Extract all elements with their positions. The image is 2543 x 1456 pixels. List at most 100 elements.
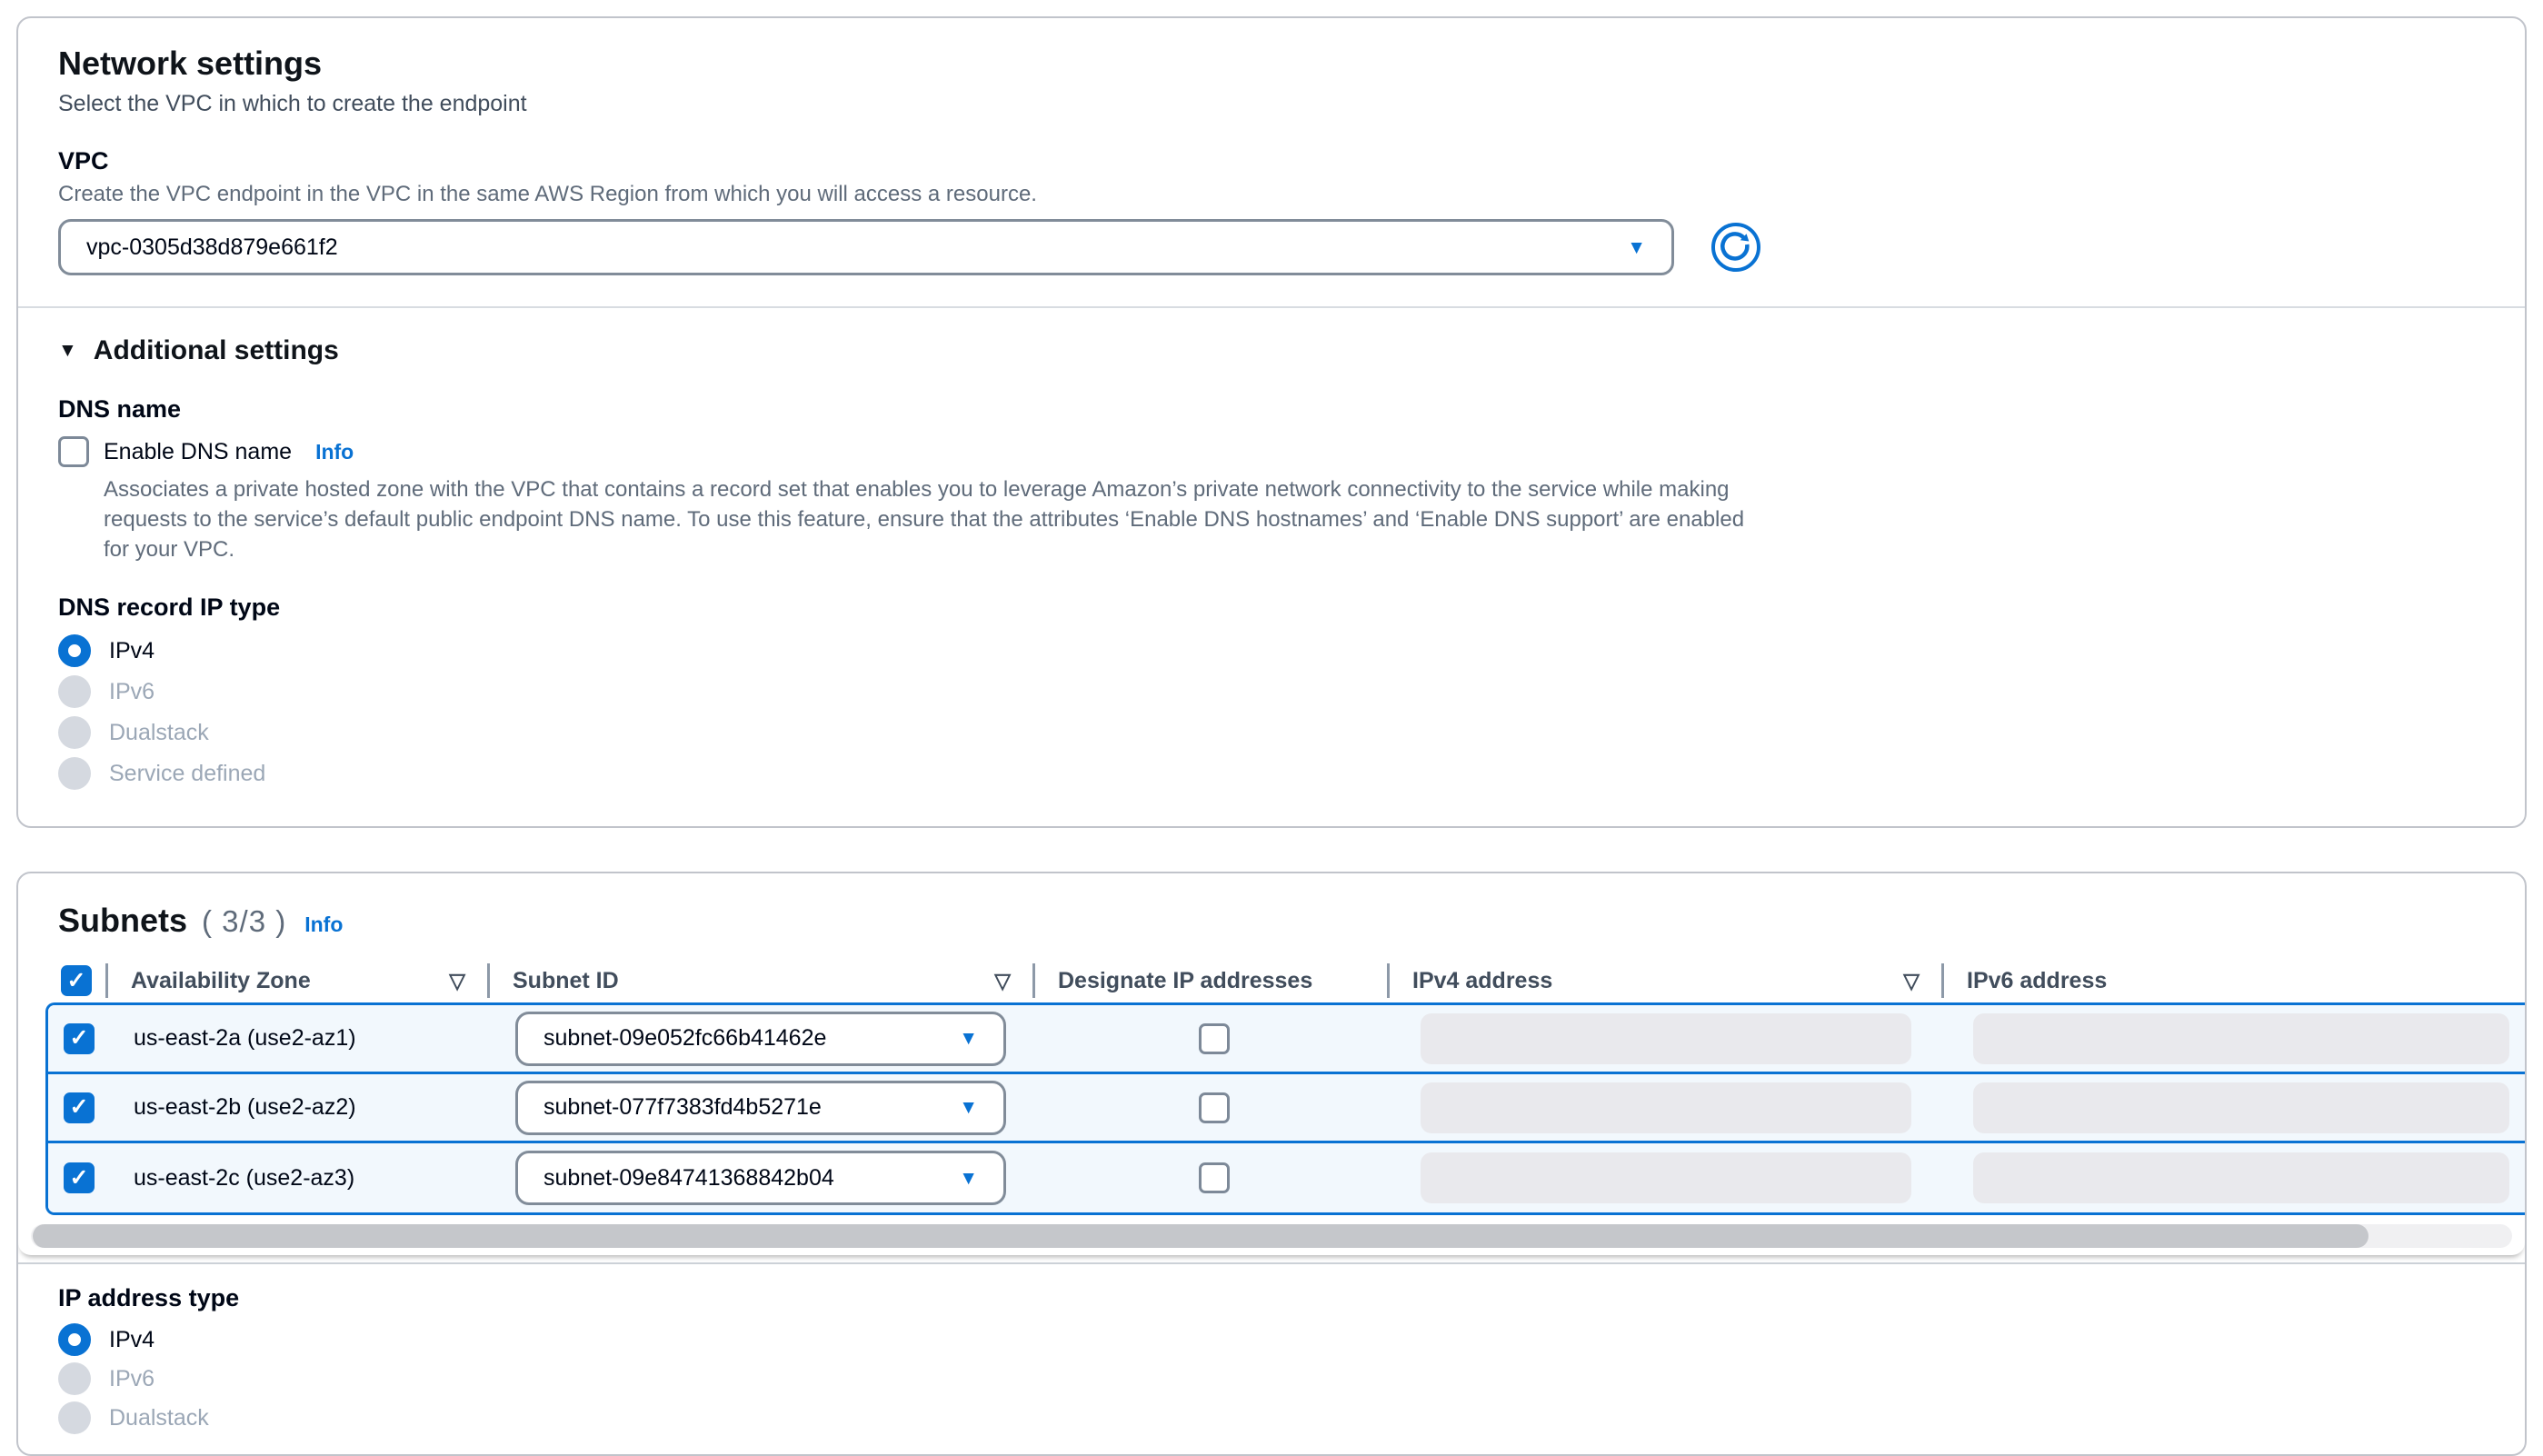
- vpc-description: Create the VPC endpoint in the VPC in th…: [58, 181, 2485, 208]
- refresh-button[interactable]: [1710, 222, 1761, 273]
- ipv6-address-input: [1973, 1082, 2509, 1133]
- ip-address-type-section: IP address type IPv4 IPv6 Dualstack: [18, 1264, 2525, 1454]
- row-checkbox-cell: ✓: [48, 1023, 110, 1054]
- chevron-down-icon: ▼: [959, 1169, 978, 1188]
- vpc-select-row: vpc-0305d38d879e661f2 ▼: [58, 219, 2485, 275]
- table-row: ✓ us-east-2b (use2-az2) subnet-077f7383f…: [48, 1074, 2525, 1143]
- check-icon: ✓: [70, 1027, 89, 1050]
- column-header-ipv6-address: IPv6 address: [1943, 959, 2525, 1002]
- subnets-title: Subnets: [58, 901, 187, 941]
- expander-caret-icon: ▼: [58, 340, 77, 362]
- subnet-select-value: subnet-077f7383fd4b5271e: [544, 1094, 822, 1121]
- check-icon: ✓: [70, 1096, 89, 1119]
- filter-icon[interactable]: ▽: [449, 969, 465, 993]
- ipv4-address-cell: [1391, 1152, 1946, 1203]
- enable-dns-row: Enable DNS name Info: [58, 436, 2485, 467]
- enable-dns-checkbox[interactable]: [58, 436, 89, 467]
- network-settings-description: Select the VPC in which to create the en…: [58, 89, 2485, 118]
- subnet-select[interactable]: subnet-077f7383fd4b5271e ▼: [515, 1081, 1006, 1135]
- ipv6-address-cell: [1946, 1013, 2525, 1064]
- network-settings-card: Network settings Select the VPC in which…: [16, 16, 2527, 828]
- network-settings-content: Network settings Select the VPC in which…: [18, 18, 2525, 826]
- column-header-ipv4-address: IPv4 address ▽: [1389, 959, 1943, 1002]
- designate-ip-cell: [1037, 1162, 1391, 1193]
- subnet-select[interactable]: subnet-09e84741368842b04 ▼: [515, 1151, 1006, 1205]
- ipv4-address-input: [1421, 1013, 1911, 1064]
- column-header-subnet-id: Subnet ID ▽: [489, 959, 1034, 1002]
- designate-ip-checkbox[interactable]: [1199, 1023, 1230, 1054]
- select-all-cell: ✓: [45, 959, 107, 1002]
- ip-address-type-label: IP address type: [58, 1284, 2485, 1312]
- page: Network settings Select the VPC in which…: [0, 16, 2543, 1456]
- subnet-id-cell: subnet-09e052fc66b41462e ▼: [492, 1012, 1037, 1066]
- radio-row-dualstack: Dualstack: [58, 1401, 2485, 1434]
- subnet-select[interactable]: subnet-09e052fc66b41462e ▼: [515, 1012, 1006, 1066]
- row-checkbox[interactable]: ✓: [64, 1023, 95, 1054]
- radio-row-ipv6: IPv6: [58, 675, 2485, 708]
- radio-ipv6: [58, 1362, 91, 1395]
- table-header-row: ✓ Availability Zone ▽ Subnet ID ▽ Design…: [45, 959, 2525, 1002]
- ipv4-address-input: [1421, 1082, 1911, 1133]
- refresh-icon: [1710, 262, 1761, 275]
- select-all-checkbox[interactable]: ✓: [61, 965, 92, 996]
- ipv6-address-input: [1973, 1152, 2509, 1203]
- radio-ipv4[interactable]: [58, 1323, 91, 1356]
- chevron-down-icon: ▼: [959, 1098, 978, 1117]
- radio-ipv4[interactable]: [58, 634, 91, 667]
- subnets-count: ( 3/3 ): [202, 904, 286, 939]
- designate-ip-checkbox[interactable]: [1199, 1092, 1230, 1123]
- subnet-select-value: subnet-09e84741368842b04: [544, 1165, 834, 1192]
- radio-ipv6-label: IPv6: [109, 679, 155, 705]
- subnets-info-link[interactable]: Info: [304, 912, 343, 937]
- ipv4-address-cell: [1391, 1013, 1946, 1064]
- ipv6-address-cell: [1946, 1082, 2525, 1133]
- radio-dualstack-label: Dualstack: [109, 1405, 209, 1431]
- subnets-header: Subnets ( 3/3 ) Info: [18, 873, 2525, 959]
- row-checkbox[interactable]: ✓: [64, 1092, 95, 1123]
- table-horizontal-scrollbar[interactable]: [31, 1224, 2512, 1248]
- check-icon: ✓: [70, 1167, 89, 1190]
- dns-record-ip-type-label: DNS record IP type: [58, 593, 2485, 622]
- row-checkbox-cell: ✓: [48, 1092, 110, 1123]
- section-divider: [18, 306, 2525, 308]
- subnets-card: Subnets ( 3/3 ) Info ✓ Availability Zone…: [16, 872, 2527, 1456]
- radio-row-dualstack: Dualstack: [58, 716, 2485, 749]
- ipv4-address-cell: [1391, 1082, 1946, 1133]
- availability-zone-cell: us-east-2a (use2-az1): [110, 1025, 492, 1052]
- subnet-id-cell: subnet-077f7383fd4b5271e ▼: [492, 1081, 1037, 1135]
- ipv4-address-input: [1421, 1152, 1911, 1203]
- additional-settings-expander[interactable]: ▼ Additional settings: [58, 335, 2485, 366]
- ipv6-address-input: [1973, 1013, 2509, 1064]
- row-checkbox[interactable]: ✓: [64, 1162, 95, 1193]
- ip-address-type-group: IPv4 IPv6 Dualstack: [58, 1323, 2485, 1434]
- vpc-select[interactable]: vpc-0305d38d879e661f2 ▼: [58, 219, 1674, 275]
- dns-info-link[interactable]: Info: [315, 440, 354, 464]
- radio-service-defined: [58, 757, 91, 790]
- table-body: ✓ us-east-2a (use2-az1) subnet-09e052fc6…: [45, 1002, 2525, 1215]
- radio-dualstack-label: Dualstack: [109, 720, 209, 746]
- row-checkbox-cell: ✓: [48, 1162, 110, 1193]
- chevron-down-icon: ▼: [959, 1029, 978, 1048]
- radio-row-service-defined: Service defined: [58, 757, 2485, 790]
- radio-row-ipv4: IPv4: [58, 634, 2485, 667]
- chevron-down-icon: ▼: [1627, 238, 1646, 257]
- network-settings-title: Network settings: [58, 44, 2485, 84]
- dns-name-label: DNS name: [58, 395, 2485, 424]
- designate-ip-cell: [1037, 1092, 1391, 1123]
- radio-row-ipv4: IPv4: [58, 1323, 2485, 1356]
- dns-description: Associates a private hosted zone with th…: [104, 474, 1749, 564]
- radio-service-defined-label: Service defined: [109, 761, 265, 787]
- designate-ip-cell: [1037, 1023, 1391, 1054]
- subnet-select-value: subnet-09e052fc66b41462e: [544, 1025, 826, 1052]
- designate-ip-checkbox[interactable]: [1199, 1162, 1230, 1193]
- radio-dualstack: [58, 1401, 91, 1434]
- scrollbar-thumb[interactable]: [33, 1224, 2368, 1248]
- availability-zone-cell: us-east-2c (use2-az3): [110, 1165, 492, 1192]
- ipv6-address-cell: [1946, 1152, 2525, 1203]
- enable-dns-label: Enable DNS name: [104, 439, 292, 465]
- subnet-id-cell: subnet-09e84741368842b04 ▼: [492, 1151, 1037, 1205]
- filter-icon[interactable]: ▽: [994, 969, 1011, 993]
- filter-icon[interactable]: ▽: [1903, 969, 1920, 993]
- radio-ipv6-label: IPv6: [109, 1366, 155, 1392]
- subnets-table: ✓ Availability Zone ▽ Subnet ID ▽ Design…: [18, 959, 2525, 1255]
